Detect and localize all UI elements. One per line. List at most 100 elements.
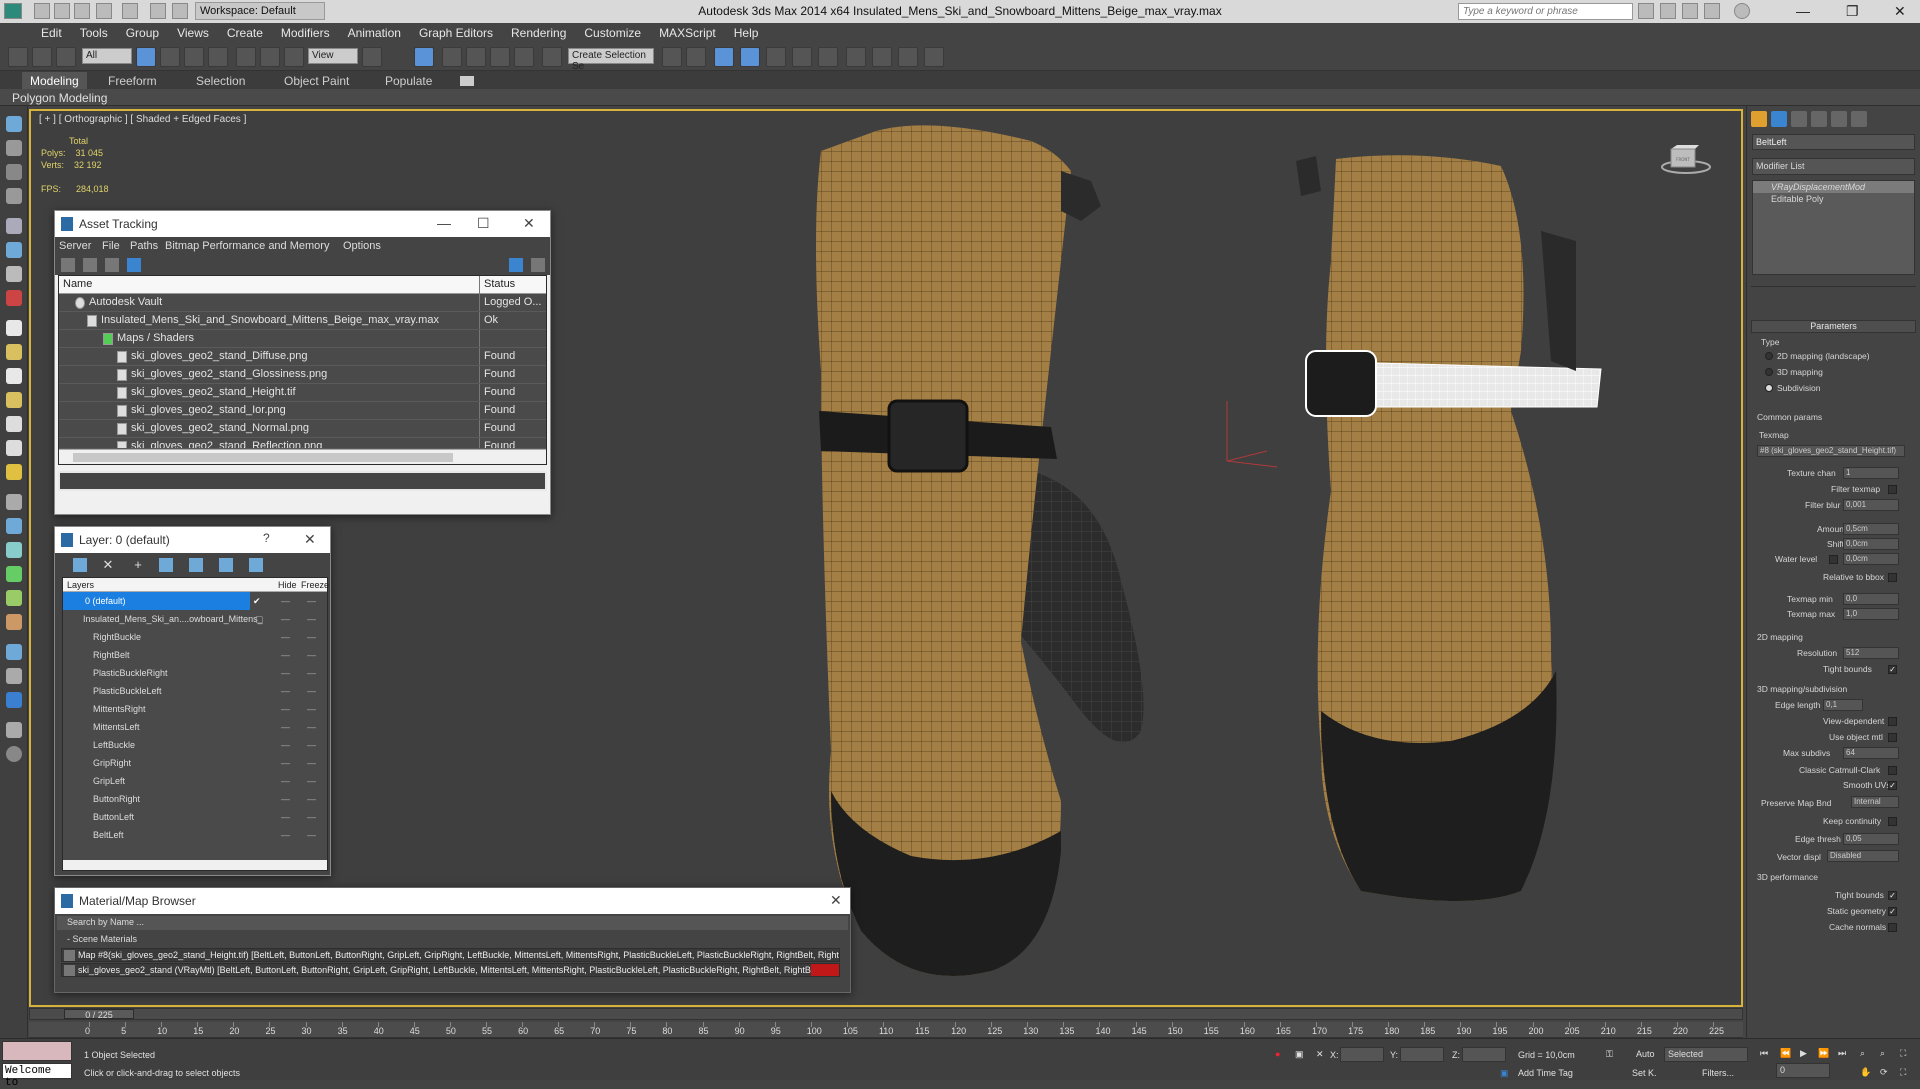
viewport-icon-7[interactable] — [6, 266, 22, 282]
viewport-icon-13[interactable] — [6, 416, 22, 432]
reference-coord-dropdown[interactable]: View — [308, 48, 358, 64]
shift-spinner[interactable]: 0,0cm — [1843, 538, 1899, 550]
asset-row[interactable]: ski_gloves_geo2_stand_Reflection.png Foun… — [59, 438, 546, 449]
edge-length-spinner[interactable]: 0,1 — [1823, 699, 1863, 711]
cache-normals-checkbox[interactable] — [1888, 923, 1897, 932]
edge-thresh-spinner[interactable]: 0,05 — [1843, 833, 1899, 845]
select-by-name-icon[interactable] — [160, 47, 180, 67]
maximize-viewport-icon[interactable]: ⛶ — [1900, 1067, 1906, 1078]
hide-toggle[interactable]: — — [281, 596, 290, 606]
schematic-view-icon[interactable] — [818, 47, 838, 67]
menu-animation[interactable]: Animation — [339, 23, 410, 40]
view-dependent-checkbox[interactable] — [1888, 717, 1897, 726]
hide-toggle[interactable]: — — [281, 668, 290, 678]
freeze-toggle[interactable]: — — [307, 704, 316, 714]
viewport-icon-21[interactable] — [6, 614, 22, 630]
minimize-icon[interactable]: — — [437, 215, 451, 231]
viewport-icon-2[interactable] — [6, 140, 22, 156]
zoom-icon[interactable]: ⌕ — [1860, 1048, 1865, 1059]
layer-row[interactable]: ButtonRight — — — [63, 790, 327, 808]
isolate-icon[interactable]: ● — [1275, 1049, 1280, 1059]
goto-end-icon[interactable]: ⏭ — [1838, 1048, 1846, 1059]
communication-icon[interactable] — [1682, 3, 1698, 19]
asset-row[interactable]: ski_gloves_geo2_stand_Normal.png Found — [59, 420, 546, 438]
viewport-icon-8[interactable] — [6, 290, 22, 306]
resolution-spinner[interactable]: 512 — [1843, 647, 1899, 659]
parameters-rollout-header[interactable]: Parameters — [1751, 320, 1916, 333]
close-icon[interactable]: ✕ — [830, 892, 842, 909]
asset-row[interactable]: Insulated_Mens_Ski_and_Snowboard_Mittens… — [59, 312, 546, 330]
preserve-map-dropdown[interactable]: Internal — [1851, 796, 1899, 808]
named-selection-dropdown[interactable]: Create Selection Se — [568, 48, 654, 72]
graphite-toggle-icon[interactable] — [766, 47, 786, 67]
viewport-icon-14[interactable] — [6, 440, 22, 456]
absolute-mode-icon[interactable]: ✕ — [1316, 1049, 1324, 1060]
layer-row[interactable]: PlasticBuckleLeft — — — [63, 682, 327, 700]
freeze-toggle[interactable]: — — [307, 668, 316, 678]
delete-layer-icon[interactable]: ✕ — [101, 558, 115, 572]
keep-continuity-checkbox[interactable] — [1888, 817, 1897, 826]
asset-menu-server[interactable]: Server — [59, 240, 91, 252]
new-layer-icon[interactable] — [73, 558, 87, 572]
help-icon[interactable] — [1734, 3, 1750, 19]
window-crossing-icon[interactable] — [208, 47, 228, 67]
freeze-toggle[interactable]: — — [307, 686, 316, 696]
asset-menu-options[interactable]: Options — [343, 240, 381, 252]
menu-modifiers[interactable]: Modifiers — [272, 23, 339, 40]
viewport-icon-5[interactable] — [6, 218, 22, 234]
texmap-min-spinner[interactable]: 0,0 — [1843, 593, 1899, 605]
scene-explorer-icon[interactable] — [714, 47, 734, 67]
layer-row[interactable]: MittentsRight — — — [63, 700, 327, 718]
asset-row[interactable]: ski_gloves_geo2_stand_Ior.png Found — [59, 402, 546, 420]
link-icon[interactable] — [8, 47, 28, 67]
minimize-icon[interactable]: — — [1796, 3, 1810, 19]
freeze-toggle[interactable]: — — [307, 614, 316, 624]
track-bar[interactable]: 0 5 10 15 20 25 30 35 40 45 50 55 60 65 70 75 80 85 90 95 10… — [29, 1022, 1743, 1038]
help-icon[interactable] — [509, 258, 523, 272]
viewport-icon-16[interactable] — [6, 494, 22, 510]
menu-edit[interactable]: Edit — [32, 23, 71, 40]
freeze-toggle[interactable]: — — [307, 812, 316, 822]
grid-view-icon[interactable] — [127, 258, 141, 272]
asset-row[interactable]: Maps / Shaders — [59, 330, 546, 348]
layer-row[interactable]: PlasticBuckleRight — — — [63, 664, 327, 682]
texture-chan-spinner[interactable]: 1 — [1843, 467, 1899, 479]
menu-tools[interactable]: Tools — [71, 23, 117, 40]
add-time-tag-button[interactable]: Add Time Tag — [1518, 1068, 1573, 1078]
layer-row[interactable]: ButtonLeft — — — [63, 808, 327, 826]
perf-tight-bounds-checkbox[interactable]: ✓ — [1888, 891, 1897, 900]
polygon-modeling-panel[interactable]: Polygon Modeling — [12, 91, 107, 105]
layer-help-button[interactable]: ? — [263, 531, 270, 545]
menu-help[interactable]: Help — [725, 23, 768, 40]
freeze-toggle[interactable]: — — [307, 830, 316, 840]
unlink-icon[interactable] — [32, 47, 52, 67]
current-frame-field[interactable]: 0 — [1776, 1063, 1830, 1078]
column-freeze[interactable]: Freeze — [301, 580, 329, 590]
time-slider[interactable]: 0 / 225 — [29, 1008, 1743, 1020]
next-frame-icon[interactable]: ⏩ — [1818, 1048, 1829, 1059]
freeze-toggle[interactable]: — — [307, 722, 316, 732]
menu-group[interactable]: Group — [117, 23, 168, 40]
asset-row[interactable]: Autodesk Vault Logged O... — [59, 294, 546, 312]
viewport-icon-15[interactable] — [6, 464, 22, 480]
filter-texmap-checkbox[interactable] — [1888, 485, 1897, 494]
rotate-icon[interactable] — [260, 47, 280, 67]
column-name[interactable]: Name — [63, 278, 92, 290]
viewport-icon-10[interactable] — [6, 344, 22, 360]
asset-row[interactable]: ski_gloves_geo2_stand_Glossiness.png Foun… — [59, 366, 546, 384]
viewport-icon-20[interactable] — [6, 590, 22, 606]
column-status[interactable]: Status — [484, 278, 515, 290]
hide-toggle[interactable]: — — [281, 704, 290, 714]
hide-toggle[interactable]: — — [281, 758, 290, 768]
layer-select-icon[interactable]: ▢ — [255, 614, 264, 625]
render-setup-icon[interactable] — [872, 47, 892, 67]
table-icon[interactable] — [105, 258, 119, 272]
utilities-tab-icon[interactable] — [1851, 111, 1867, 127]
tab-modeling[interactable]: Modeling — [22, 72, 87, 89]
viewport-icon-19[interactable] — [6, 566, 22, 582]
layer-row[interactable]: RightBelt — — — [63, 646, 327, 664]
hide-toggle[interactable]: — — [281, 812, 290, 822]
freeze-all-icon[interactable] — [249, 558, 263, 572]
hierarchy-tab-icon[interactable] — [1791, 111, 1807, 127]
prev-frame-icon[interactable]: ⏪ — [1780, 1048, 1791, 1059]
